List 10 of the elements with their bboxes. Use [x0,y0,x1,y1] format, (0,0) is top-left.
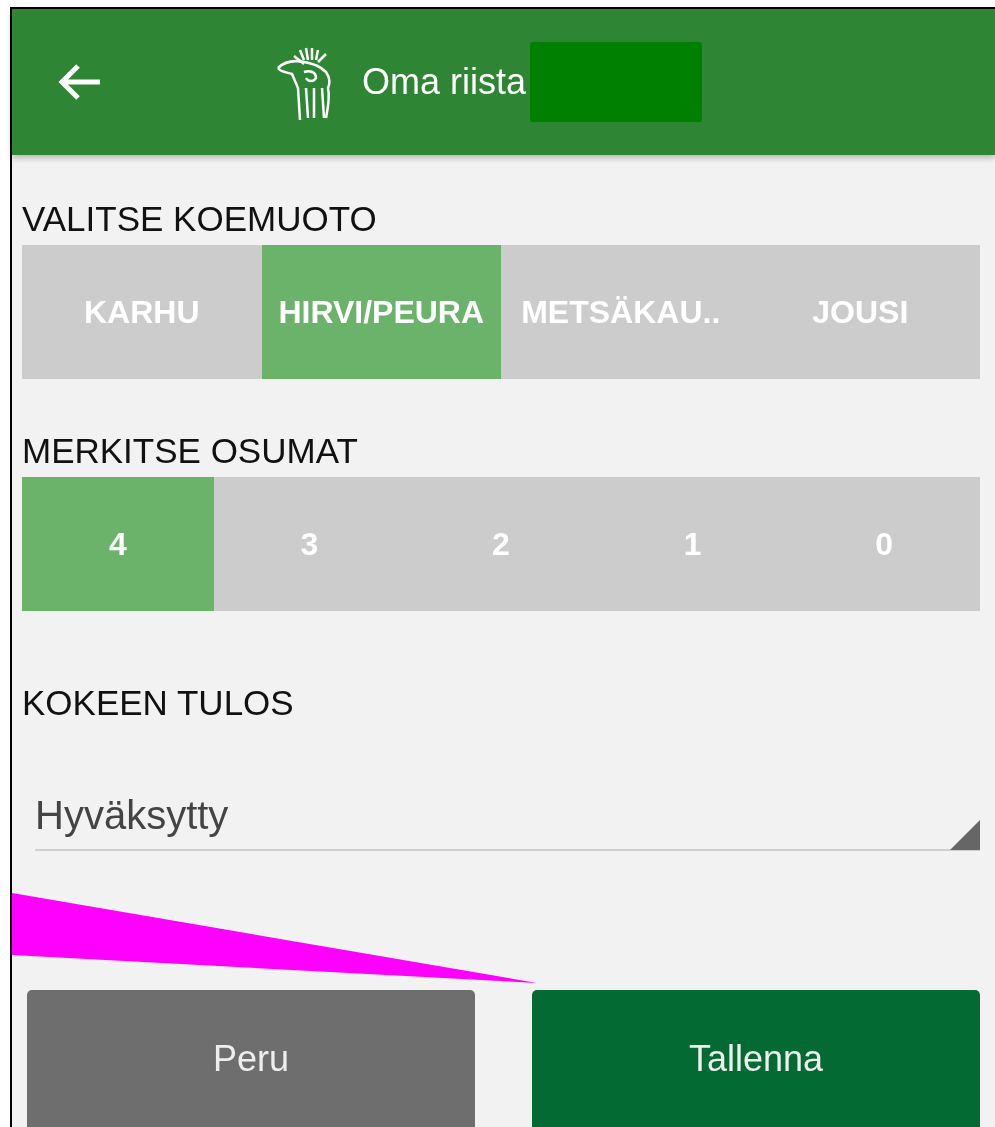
segment-option[interactable]: 4 [22,477,214,611]
segment-option[interactable]: HIRVI/PEURA [261,245,501,379]
result-dropdown[interactable]: Hyväksytty [35,781,980,851]
section-heading: VALITSE KOEMUOTO [22,198,377,240]
cancel-button[interactable]: Peru [27,990,475,1127]
app-title: Oma riista [362,61,527,103]
dropdown-triangle-icon [950,820,980,850]
section-heading: MERKITSE OSUMAT [22,430,358,472]
section-heading: KOKEEN TULOS [22,682,294,724]
save-button[interactable]: Tallenna [532,990,980,1127]
